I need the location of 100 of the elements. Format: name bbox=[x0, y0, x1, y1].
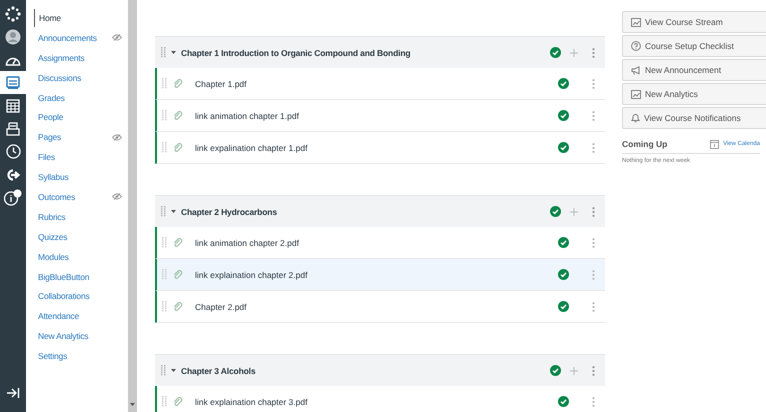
more-icon[interactable] bbox=[592, 396, 595, 406]
item-title[interactable]: link animation chapter 1.pdf bbox=[195, 110, 552, 120]
published-check-icon[interactable] bbox=[550, 47, 561, 58]
paperclip-icon bbox=[173, 302, 183, 312]
published-check-icon[interactable] bbox=[550, 206, 561, 217]
course-nav-link[interactable]: Files bbox=[34, 152, 55, 162]
published-check-icon[interactable] bbox=[558, 237, 569, 248]
sidebar-button[interactable]: View Course Stream bbox=[622, 11, 766, 33]
item-title[interactable]: link explaination chapter 3.pdf bbox=[195, 396, 552, 406]
paperclip-icon bbox=[173, 238, 183, 248]
course-nav-link[interactable]: BigBlueButton bbox=[34, 272, 90, 282]
module-header[interactable]: Chapter 3 Alcohols bbox=[155, 354, 605, 386]
calendar-icon bbox=[6, 98, 20, 112]
module-item[interactable]: link animation chapter 2.pdf bbox=[155, 227, 605, 259]
module-item[interactable]: link animation chapter 1.pdf bbox=[155, 100, 605, 132]
drag-handle-icon[interactable] bbox=[161, 206, 166, 217]
add-icon[interactable] bbox=[570, 48, 578, 56]
module-header[interactable]: Chapter 1 Introduction to Organic Compound and Bonding bbox=[155, 36, 605, 68]
drag-handle-icon[interactable] bbox=[161, 47, 166, 58]
more-icon[interactable] bbox=[592, 48, 595, 58]
drag-handle-icon[interactable] bbox=[162, 78, 167, 89]
paperclip-icon bbox=[173, 270, 183, 280]
item-title[interactable]: Chapter 1.pdf bbox=[195, 78, 552, 88]
item-title[interactable]: link animation chapter 2.pdf bbox=[195, 238, 552, 248]
sidebar-button[interactable]: View Course Notifications bbox=[622, 107, 766, 129]
module-item[interactable]: Chapter 2.pdf bbox=[155, 291, 605, 323]
sidebar-button[interactable]: New Announcement bbox=[622, 59, 766, 81]
sidebar-button[interactable]: Course Setup Checklist bbox=[622, 35, 766, 57]
course-nav-link[interactable]: Assignments bbox=[34, 52, 84, 63]
course-nav-link[interactable]: Pages bbox=[34, 132, 62, 142]
module-item[interactable]: link explaination chapter 2.pdf bbox=[155, 259, 605, 291]
course-nav-link[interactable]: Settings bbox=[34, 351, 68, 362]
item-title[interactable]: Chapter 2.pdf bbox=[195, 302, 552, 312]
drag-handle-icon[interactable] bbox=[162, 396, 167, 407]
scroll-down-icon bbox=[130, 403, 135, 406]
book-icon bbox=[6, 76, 20, 90]
more-icon[interactable] bbox=[592, 78, 595, 88]
caret-icon[interactable] bbox=[171, 368, 176, 373]
bell-icon bbox=[631, 113, 640, 123]
avatar-icon bbox=[5, 28, 21, 44]
logo-icon bbox=[5, 6, 21, 22]
module-header[interactable]: Chapter 2 Hydrocarbons bbox=[155, 195, 605, 227]
help-icon bbox=[4, 189, 22, 206]
drag-handle-icon[interactable] bbox=[161, 365, 166, 376]
coming-up-heading: Coming Up bbox=[622, 139, 668, 149]
module-title: Chapter 2 Hydrocarbons bbox=[181, 206, 278, 216]
more-icon[interactable] bbox=[592, 110, 595, 120]
paperclip-icon bbox=[173, 110, 183, 120]
question-icon bbox=[631, 41, 641, 51]
module-item[interactable]: Chapter 1.pdf bbox=[155, 68, 605, 100]
published-check-icon[interactable] bbox=[558, 396, 569, 407]
paperclip-icon bbox=[173, 78, 183, 88]
published-check-icon[interactable] bbox=[558, 142, 569, 153]
more-icon[interactable] bbox=[592, 206, 595, 216]
published-check-icon[interactable] bbox=[558, 78, 569, 89]
module-item[interactable]: link expalination chapter 1.pdf bbox=[155, 132, 605, 164]
module-title: Chapter 3 Alcohols bbox=[181, 366, 256, 376]
item-title[interactable]: link explaination chapter 2.pdf bbox=[195, 270, 552, 280]
caret-icon[interactable] bbox=[171, 209, 176, 214]
published-check-icon[interactable] bbox=[550, 365, 561, 376]
more-icon[interactable] bbox=[592, 366, 595, 376]
course-nav-link[interactable]: Syllabus bbox=[34, 172, 69, 182]
course-nav-link[interactable]: Quizzes bbox=[34, 232, 68, 242]
add-icon[interactable] bbox=[570, 366, 578, 374]
collapse-icon bbox=[6, 387, 20, 399]
course-nav-link[interactable]: Discussions bbox=[34, 72, 82, 83]
drag-handle-icon[interactable] bbox=[162, 301, 167, 312]
scrollbar[interactable] bbox=[128, 0, 137, 412]
course-nav-link[interactable]: People bbox=[34, 112, 64, 122]
clock-icon bbox=[6, 144, 20, 159]
more-icon[interactable] bbox=[592, 238, 595, 248]
course-nav-link[interactable]: Outcomes bbox=[34, 192, 76, 202]
course-nav-link[interactable]: Home bbox=[34, 8, 61, 27]
drag-handle-icon[interactable] bbox=[162, 237, 167, 248]
chart-icon bbox=[631, 90, 641, 98]
course-nav-link[interactable]: Rubrics bbox=[34, 212, 66, 222]
paperclip-icon bbox=[173, 396, 183, 406]
course-nav-link[interactable]: Collaborations bbox=[34, 291, 90, 302]
sidebar-button[interactable]: New Analytics bbox=[622, 83, 766, 105]
add-icon[interactable] bbox=[570, 208, 578, 216]
arrow-icon bbox=[5, 168, 21, 182]
more-icon[interactable] bbox=[592, 142, 595, 152]
more-icon[interactable] bbox=[592, 302, 595, 312]
more-icon[interactable] bbox=[592, 270, 595, 280]
chart-icon bbox=[631, 18, 641, 26]
drag-handle-icon[interactable] bbox=[162, 110, 167, 121]
caret-icon[interactable] bbox=[171, 50, 176, 55]
megaphone-icon bbox=[631, 66, 641, 74]
published-check-icon[interactable] bbox=[558, 110, 569, 121]
course-nav-link[interactable]: Grades bbox=[34, 92, 65, 102]
course-nav-link[interactable]: Attendance bbox=[34, 311, 80, 322]
published-check-icon[interactable] bbox=[558, 301, 569, 312]
course-nav-link[interactable]: New Analytics bbox=[34, 331, 88, 342]
drag-handle-icon[interactable] bbox=[162, 269, 167, 280]
course-nav-link[interactable]: Announcements bbox=[34, 32, 97, 43]
paperclip-icon bbox=[173, 142, 183, 152]
published-check-icon[interactable] bbox=[558, 269, 569, 280]
item-title[interactable]: link expalination chapter 1.pdf bbox=[195, 142, 552, 152]
drag-handle-icon[interactable] bbox=[162, 142, 167, 153]
course-nav-link[interactable]: Modules bbox=[34, 252, 69, 262]
